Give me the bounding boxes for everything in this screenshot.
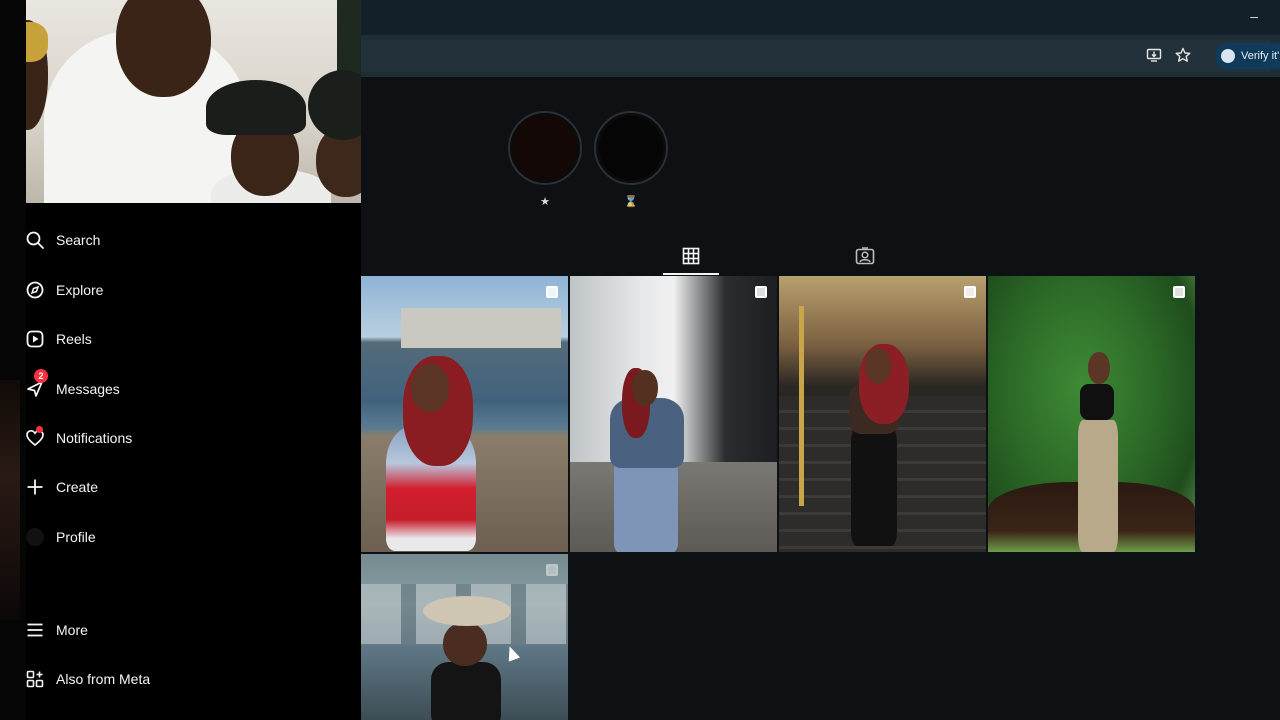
webcam-person-middle-hat xyxy=(206,80,306,135)
tab-posts[interactable] xyxy=(663,242,719,274)
sidebar-nav: Search Explore Reels 2 Messages Notifica… xyxy=(26,203,361,720)
browser-tab-bar xyxy=(361,0,1280,35)
sidebar-item-label: Messages xyxy=(56,381,120,397)
carousel-icon xyxy=(755,286,767,298)
sidebar-item-explore[interactable]: Explore xyxy=(26,273,103,307)
webcam-person-right-hat xyxy=(308,70,361,140)
bookmark-star-icon[interactable] xyxy=(1175,47,1191,67)
story-highlight-2[interactable]: ⌛ xyxy=(594,111,668,208)
profile-main: ★ ⌛ xyxy=(361,77,1280,720)
carousel-icon xyxy=(964,286,976,298)
install-app-icon[interactable] xyxy=(1146,47,1162,67)
sidebar-item-label: Search xyxy=(56,232,101,248)
highlight-label: ★ xyxy=(540,196,550,208)
sidebar-item-label: More xyxy=(56,622,88,638)
sidebar-item-profile[interactable]: Profile xyxy=(26,520,96,554)
sidebar-item-label: Also from Meta xyxy=(56,671,151,687)
compass-icon xyxy=(26,280,44,300)
webcam-overlay xyxy=(26,0,361,203)
sidebar-item-create[interactable]: Create xyxy=(26,470,98,504)
tab-tagged[interactable] xyxy=(837,242,893,274)
carousel-icon xyxy=(546,286,558,298)
address-bar[interactable] xyxy=(361,40,1271,72)
sidebar-item-reels[interactable]: Reels xyxy=(26,322,92,356)
sidebar-item-label: Create xyxy=(56,479,99,495)
plus-icon xyxy=(26,477,44,497)
sidebar-item-label: Notifications xyxy=(56,430,133,446)
post-thumbnail-1[interactable] xyxy=(361,276,568,552)
highlight-cover xyxy=(594,111,668,185)
heart-icon xyxy=(26,426,44,448)
sidebar-item-search[interactable]: Search xyxy=(26,223,100,257)
sidebar-item-messages[interactable]: 2 Messages xyxy=(26,369,120,406)
profile-avatar-icon xyxy=(1221,49,1235,63)
story-highlight-1[interactable]: ★ xyxy=(508,111,582,208)
post-thumbnail-3[interactable] xyxy=(779,276,986,552)
sidebar-item-label: Explore xyxy=(56,282,104,298)
browser-chrome: – Verify it' xyxy=(361,0,1280,77)
verify-profile-button[interactable]: Verify it' xyxy=(1215,43,1280,69)
sidebar-item-more[interactable]: More xyxy=(26,613,88,647)
post-thumbnail-4[interactable] xyxy=(988,276,1195,552)
notification-dot xyxy=(36,426,43,433)
post-thumbnail-5[interactable] xyxy=(361,554,568,720)
reels-icon xyxy=(26,329,44,349)
search-icon xyxy=(26,230,44,250)
profile-tabs xyxy=(361,242,1280,276)
carousel-icon xyxy=(1173,286,1185,298)
meta-apps-icon xyxy=(26,669,44,689)
post-thumbnail-2[interactable] xyxy=(570,276,777,552)
verify-label: Verify it' xyxy=(1241,50,1280,62)
minimize-button[interactable]: – xyxy=(1250,8,1258,24)
active-tab-indicator xyxy=(663,273,719,275)
messages-badge: 2 xyxy=(34,369,48,383)
highlight-label: ⌛ xyxy=(624,196,638,208)
highlight-cover xyxy=(508,111,582,185)
grid-icon xyxy=(682,247,700,270)
left-edge-strip xyxy=(0,0,26,720)
sidebar-item-notifications[interactable]: Notifications xyxy=(26,421,132,455)
carousel-icon xyxy=(546,564,558,576)
sidebar-item-label: Reels xyxy=(56,331,92,347)
avatar xyxy=(26,527,44,547)
sidebar-item-also-from-meta[interactable]: Also from Meta xyxy=(26,662,150,696)
sidebar-item-label: Profile xyxy=(56,529,96,545)
menu-icon xyxy=(26,620,44,640)
messenger-icon: 2 xyxy=(26,369,48,399)
tagged-icon xyxy=(855,246,875,270)
